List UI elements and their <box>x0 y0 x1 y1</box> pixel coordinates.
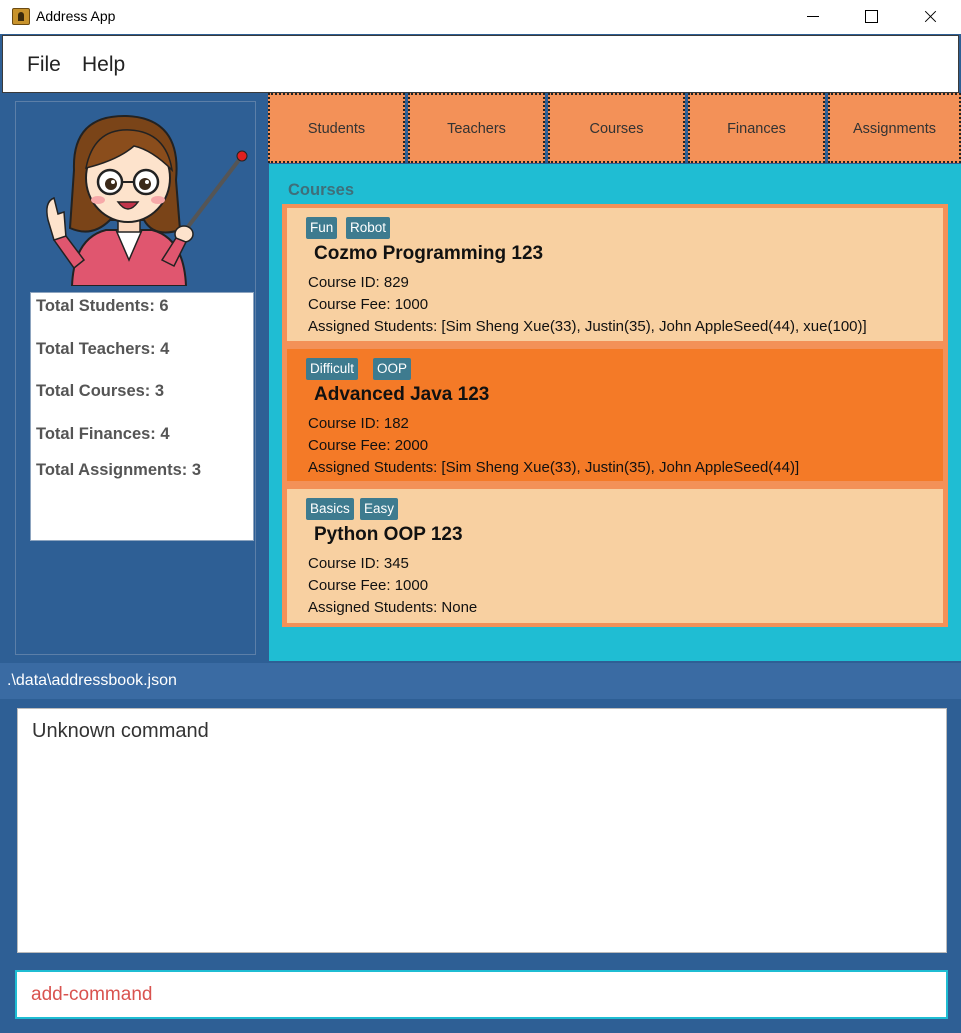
tab-label: Courses <box>589 121 644 137</box>
result-display[interactable]: Unknown command <box>17 708 947 953</box>
address-book-icon <box>12 8 30 25</box>
minimize-icon[interactable] <box>784 0 842 34</box>
stat-total-students: Total Students: 6 <box>36 297 169 315</box>
course-name: Advanced Java 123 <box>314 384 490 405</box>
course-tag: Robot <box>346 217 391 239</box>
window-title: Address App <box>36 8 116 24</box>
close-icon[interactable] <box>900 0 958 34</box>
menu-file[interactable]: File <box>27 53 61 77</box>
course-list[interactable]: Fun Robot Cozmo Programming 123 Course I… <box>282 204 948 627</box>
course-card[interactable]: Difficult OOP Advanced Java 123 Course I… <box>287 349 943 481</box>
status-bar: .\data\addressbook.json <box>0 663 961 699</box>
maximize-icon[interactable] <box>842 0 900 34</box>
menu-bar: File Help <box>2 35 959 93</box>
command-area <box>0 963 961 1033</box>
course-fee: Course Fee: 2000 <box>308 437 429 454</box>
panel-title: Courses <box>288 181 355 199</box>
tab-students[interactable]: Students <box>268 93 405 163</box>
tab-label: Teachers <box>447 121 506 137</box>
tab-label: Assignments <box>852 121 936 137</box>
sidebar: Total Students: 6 Total Teachers: 4 Tota… <box>15 101 256 655</box>
courses-panel: Courses Fun Robot Cozmo Programming 123 … <box>269 164 961 661</box>
course-tag: Easy <box>360 498 399 520</box>
teacher-with-pointer-illustration <box>46 114 248 286</box>
data-file-path: .\data\addressbook.json <box>7 672 177 689</box>
course-id: Course ID: 345 <box>308 555 409 572</box>
stat-total-courses: Total Courses: 3 <box>36 382 165 400</box>
course-students: Assigned Students: [Sim Sheng Xue(33), J… <box>308 318 867 335</box>
tab-label: Students <box>307 121 366 137</box>
stat-total-teachers: Total Teachers: 4 <box>36 340 170 358</box>
tab-assignments[interactable]: Assignments <box>828 93 961 163</box>
stats-box: Total Students: 6 Total Teachers: 4 Tota… <box>30 292 254 541</box>
course-fee: Course Fee: 1000 <box>308 577 429 594</box>
course-tag: Difficult <box>306 358 359 380</box>
course-students: Assigned Students: [Sim Sheng Xue(33), J… <box>308 459 800 476</box>
stat-total-finances: Total Finances: 4 <box>36 425 170 443</box>
course-id: Course ID: 182 <box>308 415 409 432</box>
result-area: Unknown command <box>0 699 961 963</box>
course-name: Python OOP 123 <box>314 524 463 545</box>
course-card[interactable]: Fun Robot Cozmo Programming 123 Course I… <box>287 208 943 341</box>
tab-courses[interactable]: Courses <box>548 93 685 163</box>
stat-total-assignments: Total Assignments: 3 <box>36 461 202 479</box>
course-id: Course ID: 829 <box>308 274 409 291</box>
course-tag: Fun <box>306 217 338 239</box>
menu-help[interactable]: Help <box>82 53 125 77</box>
tab-teachers[interactable]: Teachers <box>408 93 545 163</box>
tab-label: Finances <box>727 121 786 137</box>
course-card[interactable]: Basics Easy Python OOP 123 Course ID: 34… <box>287 489 943 623</box>
course-name: Cozmo Programming 123 <box>314 243 544 264</box>
course-fee: Course Fee: 1000 <box>308 296 429 313</box>
course-tag: Basics <box>306 498 354 520</box>
course-tag: OOP <box>373 358 412 380</box>
course-students: Assigned Students: None <box>308 599 478 616</box>
result-text: Unknown command <box>32 720 209 742</box>
title-bar: Address App <box>0 0 961 34</box>
command-input[interactable] <box>15 970 948 1019</box>
tab-finances[interactable]: Finances <box>688 93 825 163</box>
